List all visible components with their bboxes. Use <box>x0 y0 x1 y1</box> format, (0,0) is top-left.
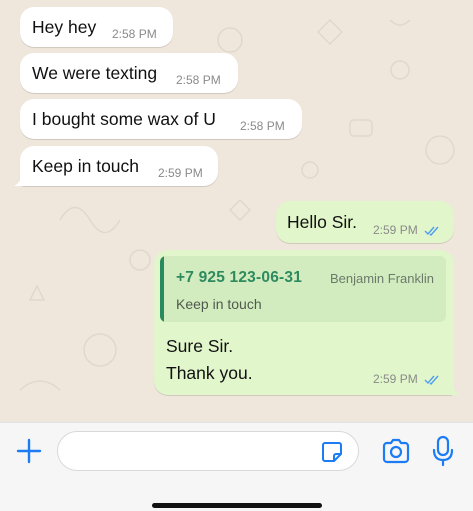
message-text: Hello Sir. <box>287 212 358 232</box>
sticker-icon[interactable] <box>320 440 344 464</box>
message-text: I bought some wax of U <box>32 109 216 129</box>
message-text: Keep in touch <box>32 156 140 176</box>
message-input[interactable] <box>57 431 359 471</box>
message-text-line: Sure Sir. <box>166 336 234 356</box>
quote-accent-bar <box>160 256 164 322</box>
microphone-icon[interactable] <box>432 435 454 467</box>
outgoing-message[interactable]: Hello Sir. 2:59 PM <box>276 201 454 243</box>
camera-icon[interactable] <box>381 438 411 464</box>
quoted-sender-name: Benjamin Franklin <box>329 271 434 286</box>
incoming-message[interactable]: Hey hey 2:58 PM <box>20 7 173 47</box>
incoming-message[interactable]: Keep in touch 2:59 PM <box>14 146 218 186</box>
message-time: 2:58 PM <box>240 119 285 133</box>
message-text-line: Thank you. <box>166 363 253 383</box>
composer-bar <box>0 422 473 511</box>
message-time: 2:59 PM <box>158 166 203 180</box>
bubble-tail <box>446 381 460 395</box>
message-time-label: 2:59 PM <box>373 223 418 237</box>
quoted-message[interactable]: +7 925 123-06-31 Benjamin Franklin Keep … <box>160 256 446 322</box>
home-indicator[interactable] <box>152 503 322 508</box>
double-check-icon <box>424 226 439 236</box>
message-time-label: 2:59 PM <box>373 372 418 386</box>
quoted-text: Keep in touch <box>176 296 262 312</box>
incoming-message[interactable]: We were texting 2:58 PM <box>20 53 238 93</box>
message-text: Hey hey <box>32 17 97 37</box>
message-time: 2:59 PM <box>373 372 440 386</box>
incoming-message[interactable]: I bought some wax of U 2:58 PM <box>20 99 302 139</box>
message-time: 2:58 PM <box>176 73 221 87</box>
double-check-icon <box>424 375 439 385</box>
quoted-sender-phone: +7 925 123-06-31 <box>176 269 303 286</box>
outgoing-reply-message[interactable]: +7 925 123-06-31 Benjamin Franklin Keep … <box>154 250 460 395</box>
message-time: 2:59 PM <box>373 223 440 237</box>
message-time: 2:58 PM <box>112 27 157 41</box>
bubble-tail <box>14 172 28 186</box>
plus-icon[interactable] <box>15 437 43 465</box>
chat-area[interactable]: Hey hey 2:58 PM We were texting 2:58 PM … <box>0 0 473 422</box>
message-text: We were texting <box>32 63 158 83</box>
